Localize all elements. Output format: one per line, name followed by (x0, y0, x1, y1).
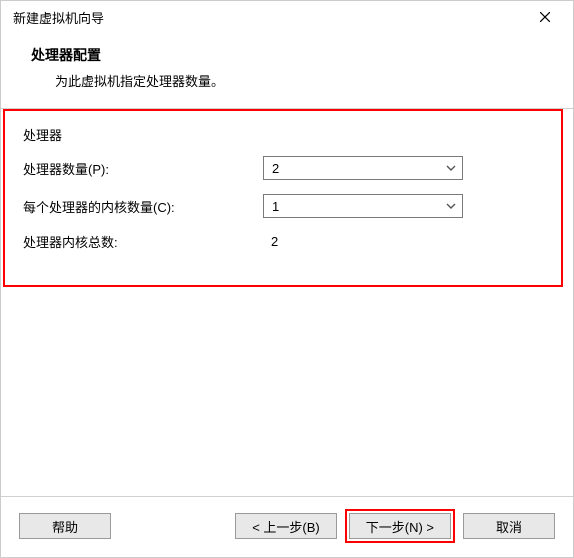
row-total-cores: 处理器内核总数: 2 (23, 232, 547, 251)
wizard-footer: 帮助 < 上一步(B) 下一步(N) > 取消 (1, 496, 573, 557)
close-button[interactable] (525, 3, 565, 31)
cores-per-processor-select[interactable]: 1 (263, 194, 463, 218)
page-description: 为此虚拟机指定处理器数量。 (55, 71, 543, 90)
chevron-down-icon (446, 165, 456, 171)
highlight-annotation: 处理器 处理器数量(P): 2 每个处理器的内核数量(C): (3, 109, 563, 287)
content-area: 处理器 处理器数量(P): 2 每个处理器的内核数量(C): (1, 109, 573, 496)
control-total-cores: 2 (263, 234, 463, 249)
total-cores-value: 2 (263, 234, 463, 249)
titlebar: 新建虚拟机向导 (1, 1, 573, 33)
next-button[interactable]: 下一步(N) > (349, 513, 451, 539)
processor-group: 处理器 处理器数量(P): 2 每个处理器的内核数量(C): (5, 111, 561, 285)
label-processor-count: 处理器数量(P): (23, 159, 263, 178)
back-button[interactable]: < 上一步(B) (235, 513, 337, 539)
chevron-down-icon (446, 203, 456, 209)
group-label-processor: 处理器 (23, 125, 547, 144)
new-vm-wizard-dialog: 新建虚拟机向导 处理器配置 为此虚拟机指定处理器数量。 处理器 处理器数量(P)… (0, 0, 574, 558)
label-cores-per-processor: 每个处理器的内核数量(C): (23, 197, 263, 216)
close-icon (540, 12, 550, 22)
cores-per-processor-value: 1 (272, 199, 446, 214)
page-title: 处理器配置 (31, 45, 543, 65)
wizard-header: 处理器配置 为此虚拟机指定处理器数量。 (1, 33, 573, 108)
processor-count-select[interactable]: 2 (263, 156, 463, 180)
label-total-cores: 处理器内核总数: (23, 232, 263, 251)
dialog-title: 新建虚拟机向导 (13, 8, 525, 27)
row-processor-count: 处理器数量(P): 2 (23, 156, 547, 180)
control-processor-count: 2 (263, 156, 463, 180)
help-button[interactable]: 帮助 (19, 513, 111, 539)
row-cores-per-processor: 每个处理器的内核数量(C): 1 (23, 194, 547, 218)
processor-count-value: 2 (272, 161, 446, 176)
highlight-next-annotation: 下一步(N) > (345, 509, 455, 543)
cancel-button[interactable]: 取消 (463, 513, 555, 539)
control-cores-per-processor: 1 (263, 194, 463, 218)
